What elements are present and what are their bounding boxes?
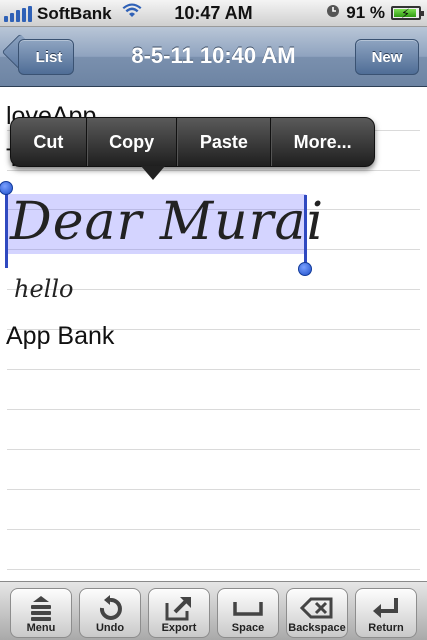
export-icon [159, 594, 199, 622]
ruled-line [7, 170, 420, 171]
paste-menu-item[interactable]: Paste [177, 118, 272, 166]
menu-button[interactable]: Menu [10, 588, 72, 638]
backspace-icon [297, 594, 337, 622]
selection-end-caret [304, 195, 307, 263]
return-button[interactable]: Return [355, 588, 417, 638]
more-menu-item[interactable]: More... [271, 118, 374, 166]
copy-menu-item[interactable]: Copy [87, 118, 178, 166]
status-bar: SoftBank 10:47 AM 91 % ⚡ [0, 0, 427, 27]
ruled-line [7, 409, 420, 410]
toolbar-label: Return [368, 622, 404, 634]
selection-start-caret [5, 191, 8, 268]
note-line-text: App Bank [6, 322, 115, 350]
navigation-bar: List 8-5-11 10:40 AM New [0, 27, 427, 87]
battery-charging-icon: ⚡ [391, 6, 424, 21]
undo-button[interactable]: Undo [79, 588, 141, 638]
ruled-line [7, 529, 420, 530]
export-button[interactable]: Export [148, 588, 210, 638]
bottom-toolbar: Menu Undo Export Space Backspace Return [0, 581, 427, 640]
new-note-button[interactable]: New [355, 39, 419, 75]
ruled-line [7, 489, 420, 490]
handwriting-small: hello [14, 275, 74, 303]
backspace-button[interactable]: Backspace [286, 588, 348, 638]
toolbar-label: Export [161, 622, 197, 634]
space-icon [228, 594, 268, 622]
space-button[interactable]: Space [217, 588, 279, 638]
toolbar-label: Menu [26, 622, 56, 634]
ruled-line [7, 569, 420, 570]
ruled-line [7, 449, 420, 450]
toolbar-label: Backspace [288, 622, 346, 634]
return-icon [366, 594, 406, 622]
toolbar-label: Undo [95, 622, 125, 634]
menu-icon [21, 594, 61, 622]
edit-menu-pointer [141, 166, 165, 180]
ruled-line [7, 369, 420, 370]
cut-menu-item[interactable]: Cut [11, 118, 87, 166]
clock-icon [326, 3, 340, 23]
battery-percent: 91 % [346, 3, 385, 22]
toolbar-label: Space [231, 622, 265, 634]
handwriting-selected[interactable]: Dear Murai [10, 192, 324, 252]
edit-menu: Cut Copy Paste More... [10, 117, 375, 167]
undo-icon [90, 594, 130, 622]
selection-end-handle[interactable] [298, 262, 312, 276]
